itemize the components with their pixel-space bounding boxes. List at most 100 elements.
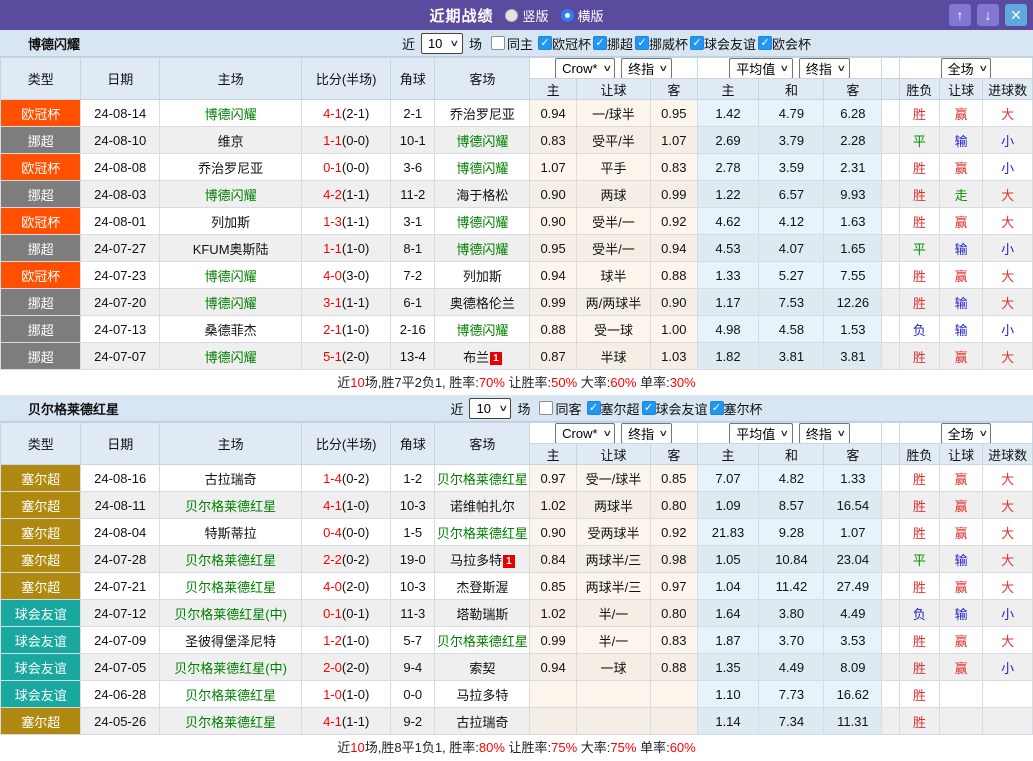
checkbox-icon: ✓: [587, 401, 601, 415]
avg-home-odds: 1.14: [697, 708, 759, 735]
spacer: [882, 423, 900, 444]
match-row: 挪超24-08-10维京1-1(0-0)10-1博德闪耀0.83受平/半1.07…: [1, 127, 1033, 154]
fulltime-score: 0-1: [323, 160, 342, 175]
result-goals: 小: [983, 154, 1033, 181]
result-handicap: 赢: [940, 343, 983, 370]
league-type-badge: 挪超: [1, 289, 81, 316]
result-goals: 大: [983, 465, 1033, 492]
halftime-score: (0-1): [342, 606, 369, 621]
league-checkbox[interactable]: ✓挪超: [593, 34, 633, 53]
away-team-name: 马拉多特: [450, 553, 502, 568]
avg-home-odds: 1.04: [697, 573, 759, 600]
avg-final-select[interactable]: 终指∨: [799, 58, 850, 79]
summary-segment: 单率:: [636, 375, 669, 390]
recent-count-select[interactable]: 10 ∨: [469, 398, 511, 419]
spacer-cell: [882, 235, 900, 262]
same-venue-checkbox[interactable]: 同客: [539, 399, 581, 418]
score-cell: 1-1(0-0): [302, 127, 391, 154]
chevron-down-icon: ∨: [836, 63, 846, 74]
handicap-line: 受一球: [576, 316, 650, 343]
league-checkbox[interactable]: ✓塞尔杯: [710, 399, 763, 418]
crow-final-select[interactable]: 终指∨: [621, 423, 672, 444]
corner-cell: 0-0: [391, 681, 435, 708]
col-date: 日期: [81, 58, 159, 100]
handicap-line: 一球: [576, 654, 650, 681]
col-home: 主场: [159, 423, 301, 465]
corner-cell: 10-1: [391, 127, 435, 154]
scroll-up-button[interactable]: ↑: [949, 4, 971, 26]
team-name: 贝尔格莱德红星: [28, 399, 119, 418]
league-checkbox-label: 挪超: [607, 34, 633, 53]
crow-company-select[interactable]: Crow*∨: [555, 423, 615, 444]
avg-select[interactable]: 平均值∨: [729, 423, 793, 444]
col-goals: 进球数: [983, 79, 1033, 100]
home-team-name: 贝尔格莱德红星(中): [174, 661, 287, 676]
handicap-line: 两球: [576, 181, 650, 208]
avg-home-odds: 1.10: [697, 681, 759, 708]
match-date: 24-07-28: [81, 546, 159, 573]
result-goals: 大: [983, 262, 1033, 289]
away-team-name: 贝尔格莱德红星: [437, 526, 528, 541]
col-draw: 和: [759, 79, 824, 100]
spacer-cell: [882, 681, 900, 708]
chevron-down-icon: ∨: [659, 428, 669, 439]
avg-draw-odds: 10.84: [759, 546, 824, 573]
avg-select[interactable]: 平均值∨: [729, 58, 793, 79]
score-cell: 2-1(1-0): [302, 316, 391, 343]
col-goals: 进球数: [983, 444, 1033, 465]
handicap-line: [576, 681, 650, 708]
summary-segment: 近: [337, 740, 350, 755]
fulltime-select[interactable]: 全场∨: [941, 58, 992, 79]
avg-final-select[interactable]: 终指∨: [799, 423, 850, 444]
result-handicap: 输: [940, 235, 983, 262]
result-wdl: 胜: [899, 519, 939, 546]
home-team-cell: 桑德菲杰: [159, 316, 301, 343]
result-handicap: 赢: [940, 100, 983, 127]
fulltime-score: 1-1: [323, 241, 342, 256]
league-checkbox[interactable]: ✓挪威杯: [635, 34, 688, 53]
same-venue-checkbox[interactable]: 同主: [491, 34, 533, 53]
league-checkbox[interactable]: ✓欧会杯: [758, 34, 811, 53]
crow-home-odds: 0.94: [530, 654, 576, 681]
away-team-cell: 杰登斯渥: [435, 573, 530, 600]
checkbox-icon: ✓: [710, 401, 724, 415]
close-button[interactable]: ✕: [1005, 4, 1027, 26]
layout-radio-vertical[interactable]: 竖版: [505, 6, 548, 25]
league-checkbox-label: 球会友谊: [656, 399, 708, 418]
col-away: 客场: [435, 423, 530, 465]
scroll-down-button[interactable]: ↓: [977, 4, 999, 26]
away-team-cell: 博德闪耀: [435, 154, 530, 181]
corner-cell: 1-5: [391, 519, 435, 546]
home-team-name: 博德闪耀: [205, 350, 257, 365]
layout-radio-horizontal[interactable]: 横版: [561, 6, 604, 25]
result-wdl: 胜: [899, 289, 939, 316]
result-wdl: 胜: [899, 465, 939, 492]
league-checkbox[interactable]: ✓欧冠杯: [538, 34, 591, 53]
league-checkbox[interactable]: ✓球会友谊: [690, 34, 756, 53]
halftime-score: (2-1): [342, 106, 369, 121]
spacer-cell: [882, 181, 900, 208]
league-checkbox[interactable]: ✓塞尔超: [587, 399, 640, 418]
avg-home-odds: 1.05: [697, 546, 759, 573]
chevron-down-icon: ∨: [450, 38, 460, 49]
chevron-down-icon: ∨: [498, 403, 508, 414]
crow-away-odds: 1.07: [651, 127, 697, 154]
spacer-cell: [882, 573, 900, 600]
fulltime-select[interactable]: 全场∨: [941, 423, 992, 444]
avg-draw-odds: 7.73: [759, 681, 824, 708]
crow-final-select[interactable]: 终指∨: [621, 58, 672, 79]
corner-cell: 11-3: [391, 600, 435, 627]
team-name: 博德闪耀: [28, 34, 80, 53]
league-checkbox[interactable]: ✓球会友谊: [642, 399, 708, 418]
avg-home-odds: 1.33: [697, 262, 759, 289]
avg-away-odds: 16.54: [824, 492, 882, 519]
handicap-line: 受半/一: [576, 208, 650, 235]
crow-home-odds: 0.99: [530, 627, 576, 654]
away-team-cell: 博德闪耀: [435, 235, 530, 262]
home-team-name: 桑德菲杰: [205, 323, 257, 338]
fulltime-score: 4-0: [323, 579, 342, 594]
recent-count-select[interactable]: 10 ∨: [421, 33, 463, 54]
home-team-cell: 博德闪耀: [159, 343, 301, 370]
summary-segment: 75%: [610, 740, 636, 755]
crow-company-select[interactable]: Crow*∨: [555, 58, 615, 79]
